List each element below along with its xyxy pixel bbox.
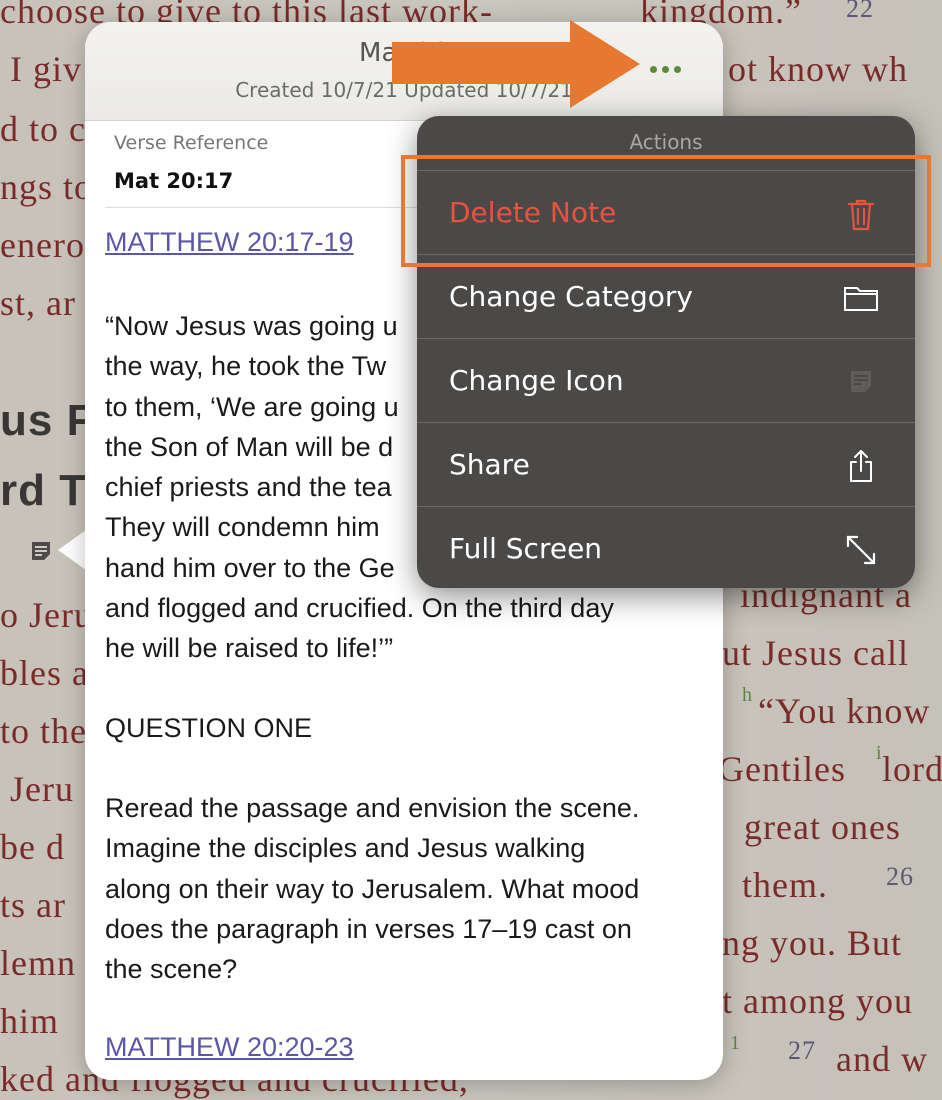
note-title: Mat 20 — [359, 38, 449, 68]
question-text[interactable]: Reread the passage and envision the scen… — [105, 788, 705, 989]
share-icon — [850, 450, 872, 482]
menu-item-label: Full Screen — [449, 532, 603, 565]
expand-icon — [846, 535, 876, 565]
bible-text-line: lemn — [0, 943, 76, 983]
bible-text-line: and w — [836, 1039, 928, 1079]
verse-reference-field[interactable]: Mat 20:17 — [114, 169, 233, 193]
verse-number: 22 — [846, 0, 874, 23]
question-line: does the paragraph in verses 17–19 cast … — [105, 913, 632, 944]
note-marker-icon[interactable] — [30, 540, 52, 562]
bible-text-line: them. — [742, 865, 828, 905]
bible-text-line: him — [0, 1001, 60, 1041]
dot-icon — [661, 65, 669, 73]
bible-text-line: ngs to — [0, 167, 94, 207]
bible-text-line: ot know wh — [728, 49, 908, 89]
more-options-button[interactable] — [645, 58, 685, 80]
question-line: Reread the passage and envision the scen… — [105, 793, 640, 823]
bible-text-line: Jeru — [10, 769, 74, 809]
question-line: Imagine the disciples and Jesus walking — [105, 833, 586, 864]
menu-item-label: Change Category — [449, 280, 694, 313]
passage-line: and flogged and crucified. On the third … — [105, 593, 614, 624]
bible-text-line: bles a — [0, 653, 89, 693]
question-line: the scene? — [105, 954, 238, 985]
trash-icon — [847, 199, 875, 231]
verse-reference-label: Verse Reference — [114, 132, 269, 154]
bible-text-line: lord — [882, 749, 942, 789]
footnote-marker: 1 — [730, 1032, 741, 1054]
footnote-marker: i — [876, 742, 883, 764]
note-timestamps: Created 10/7/21 Updated 10/7/21 — [235, 78, 573, 102]
change-category-button[interactable]: Change Category — [417, 254, 915, 339]
bible-text-line: t among you — [722, 981, 913, 1021]
menu-item-label: Delete Note — [449, 196, 617, 229]
note-icon — [851, 371, 871, 392]
menu-title: Actions — [629, 130, 703, 154]
footnote-marker: h — [742, 684, 753, 706]
menu-item-label: Share — [449, 448, 530, 481]
bible-text-line: be d — [0, 827, 65, 867]
question-line: along on their way to Jerusalem. What mo… — [105, 873, 640, 904]
bible-text-line: great ones — [744, 807, 901, 847]
bible-text-line: enero — [0, 225, 85, 265]
verse-number: 27 — [788, 1036, 816, 1065]
popover-arrow — [58, 530, 86, 570]
bible-text-line: ts ar — [0, 885, 66, 925]
actions-menu: Actions Delete Note Change Category Chan… — [417, 116, 915, 588]
question-heading[interactable]: QUESTION ONE — [105, 708, 705, 748]
full-screen-button[interactable]: Full Screen — [417, 506, 915, 588]
change-icon-button[interactable]: Change Icon — [417, 338, 915, 423]
bible-text-line: to the — [0, 711, 87, 751]
passage-line: he will be raised to life!’” — [105, 633, 394, 664]
folder-icon — [844, 287, 878, 311]
menu-item-label: Change Icon — [449, 364, 624, 397]
bible-text-line: ng you. But — [722, 923, 903, 963]
dot-icon — [673, 65, 681, 73]
passage-link[interactable]: MATTHEW 20:17-19 — [105, 227, 354, 258]
bible-text-line: d to c — [0, 109, 86, 149]
dot-icon — [649, 65, 657, 73]
share-button[interactable]: Share — [417, 422, 915, 507]
verse-number: 26 — [886, 862, 914, 891]
passage-link[interactable]: MATTHEW 20:20-23 — [105, 1032, 354, 1063]
note-header: Mat 20 Created 10/7/21 Updated 10/7/21 — [85, 22, 723, 121]
bible-text-line: “You know — [758, 691, 931, 731]
bible-text-line: st, ar — [0, 283, 76, 323]
bible-text-line: o Jeru — [0, 595, 93, 635]
bible-text-line: Gentiles — [718, 749, 846, 789]
bible-text-line: I giv — [10, 49, 82, 89]
delete-note-button[interactable]: Delete Note — [417, 170, 915, 255]
bible-text-line: ut Jesus call — [722, 633, 909, 673]
